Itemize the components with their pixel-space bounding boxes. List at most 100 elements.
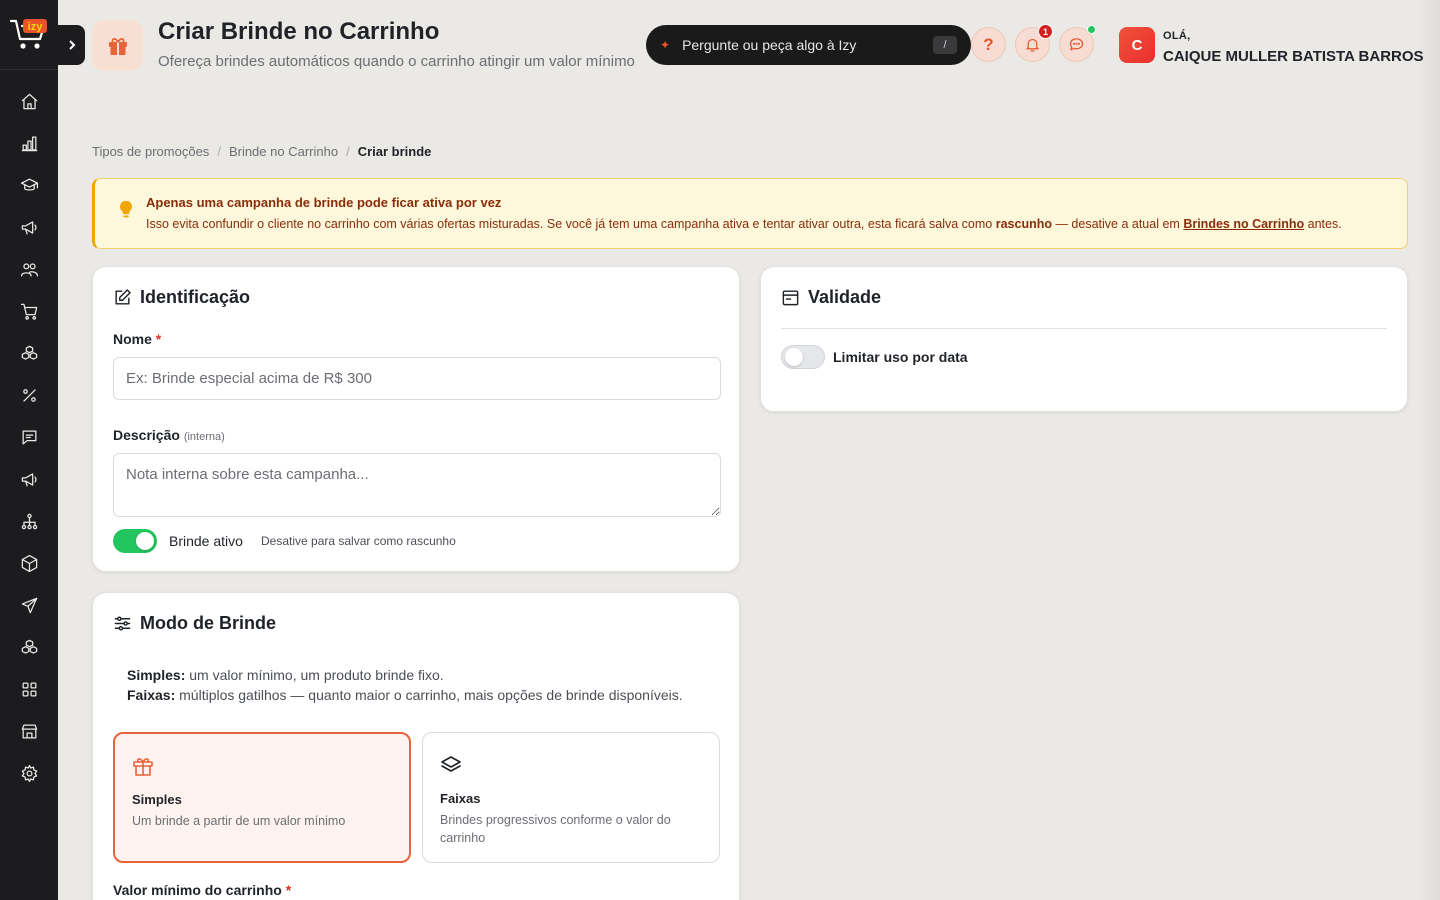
izy-logo[interactable]: izy bbox=[0, 0, 58, 70]
sidebar-expand-button[interactable] bbox=[58, 25, 85, 65]
chat-button[interactable] bbox=[1059, 25, 1096, 62]
limitar-data-toggle[interactable] bbox=[781, 345, 825, 369]
descricao-textarea[interactable] bbox=[113, 453, 721, 517]
modo-description: Simples: um valor mínimo, um produto bri… bbox=[127, 665, 683, 705]
svg-text:izy: izy bbox=[28, 21, 44, 33]
users-icon bbox=[20, 262, 38, 276]
label-text: Valor mínimo do carrinho bbox=[113, 882, 282, 898]
card-title-text: Identificação bbox=[140, 287, 251, 307]
user-name[interactable]: CAIQUE MULLER BATISTA BARROS bbox=[1163, 48, 1424, 65]
option-title: Faixas bbox=[440, 791, 481, 806]
descricao-label: Descrição (interna) bbox=[113, 427, 225, 443]
validade-card: Validade Limitar uso por data bbox=[760, 266, 1408, 412]
boxes-icon bbox=[21, 639, 37, 654]
cart-gifts-link[interactable]: Brindes no Carrinho bbox=[1183, 217, 1304, 231]
sidebar-item-orders[interactable] bbox=[0, 290, 58, 332]
graduation-cap-icon bbox=[20, 178, 38, 190]
card-title-text: Modo de Brinde bbox=[140, 613, 276, 633]
sidebar-item-reports[interactable] bbox=[0, 122, 58, 164]
sidebar-item-marketing[interactable] bbox=[0, 206, 58, 248]
avatar[interactable]: C bbox=[1119, 27, 1155, 63]
grid-icon bbox=[22, 682, 36, 696]
sidebar-item-campaigns[interactable] bbox=[0, 458, 58, 500]
cart-logo-icon: izy bbox=[9, 18, 47, 49]
toggle-knob bbox=[136, 532, 154, 550]
brinde-ativo-label: Brinde ativo bbox=[169, 533, 243, 549]
megaphone-icon bbox=[21, 220, 37, 234]
mode-option-faixas[interactable]: Faixas Brindes progressivos conforme o v… bbox=[422, 732, 720, 863]
sidebar-item-academy[interactable] bbox=[0, 164, 58, 206]
sidebar-item-inventory[interactable] bbox=[0, 542, 58, 584]
boxes-icon bbox=[21, 345, 37, 360]
gift-icon bbox=[133, 758, 153, 776]
sidebar-item-messages[interactable] bbox=[0, 416, 58, 458]
nome-input[interactable] bbox=[113, 357, 721, 400]
online-status-dot bbox=[1087, 25, 1096, 34]
breadcrumb-link-cart-gift[interactable]: Brinde no Carrinho bbox=[229, 144, 338, 159]
help-icon: ? bbox=[983, 34, 994, 54]
lightbulb-icon bbox=[120, 200, 132, 218]
sidebar-item-promotions[interactable] bbox=[0, 374, 58, 416]
alert-body-text: Isso evita confundir o cliente no carrin… bbox=[146, 217, 996, 231]
home-icon bbox=[21, 93, 37, 109]
identificacao-card: Identificação Nome * Descrição (interna)… bbox=[92, 266, 740, 572]
sidebar-item-home[interactable] bbox=[0, 80, 58, 122]
percent-icon bbox=[22, 388, 36, 402]
sidebar-item-apps[interactable] bbox=[0, 668, 58, 710]
ask-izy-placeholder: Pergunte ou peça algo à Izy bbox=[682, 37, 857, 53]
help-button[interactable]: ? bbox=[971, 27, 1006, 62]
valor-minimo-label: Valor mínimo do carrinho * bbox=[113, 882, 291, 898]
modo-brinde-card: Modo de Brinde Simples: um valor mínimo,… bbox=[92, 592, 740, 900]
sidebar-nav bbox=[0, 70, 58, 794]
sidebar-item-send[interactable] bbox=[0, 584, 58, 626]
store-icon bbox=[21, 724, 37, 738]
sidebar-item-affiliates[interactable] bbox=[0, 500, 58, 542]
sidebar-item-products[interactable] bbox=[0, 332, 58, 374]
identificacao-title: Identificação bbox=[113, 287, 250, 308]
calendar-icon bbox=[782, 290, 799, 306]
simples-description: Simples: um valor mínimo, um produto bri… bbox=[127, 665, 683, 685]
term: Faixas: bbox=[127, 687, 176, 703]
breadcrumb-link-promotion-types[interactable]: Tipos de promoções bbox=[92, 144, 209, 159]
limitar-data-label: Limitar uso por data bbox=[833, 349, 968, 365]
network-icon bbox=[21, 513, 37, 529]
brinde-ativo-toggle[interactable] bbox=[113, 529, 157, 553]
sidebar-item-customers[interactable] bbox=[0, 248, 58, 290]
notifications-button[interactable]: 1 bbox=[1015, 24, 1053, 62]
term-desc: um valor mínimo, um produto brinde fixo. bbox=[185, 667, 444, 683]
cart-icon bbox=[20, 303, 37, 320]
sidebar-item-store[interactable] bbox=[0, 710, 58, 752]
send-icon bbox=[21, 597, 37, 613]
edit-icon bbox=[115, 289, 131, 305]
gift-icon bbox=[108, 37, 127, 55]
breadcrumb-separator: / bbox=[346, 144, 350, 159]
divider bbox=[781, 328, 1387, 329]
toggle-knob bbox=[785, 348, 803, 366]
card-title-text: Validade bbox=[808, 287, 882, 307]
sidebar-item-kits[interactable] bbox=[0, 626, 58, 668]
alert-body-text: antes. bbox=[1304, 217, 1342, 231]
modo-brinde-title: Modo de Brinde bbox=[113, 613, 276, 634]
package-icon bbox=[21, 554, 37, 572]
page-title: Criar Brinde no Carrinho bbox=[158, 18, 440, 45]
layers-icon bbox=[441, 756, 461, 772]
label-hint: (interna) bbox=[183, 431, 225, 443]
sliders-icon bbox=[114, 616, 131, 631]
sidebar: izy bbox=[0, 0, 58, 900]
label-text: Nome bbox=[113, 331, 152, 347]
greeting-label: OLÁ, bbox=[1163, 30, 1191, 42]
required-mark: * bbox=[155, 331, 162, 347]
shortcut-key: / bbox=[933, 36, 957, 54]
faixas-description: Faixas: múltiplos gatilhos — quanto maio… bbox=[127, 685, 683, 705]
option-description: Um brinde a partir de um valor mínimo bbox=[132, 814, 346, 828]
scroll-edge-shadow bbox=[1416, 0, 1440, 900]
option-description: Brindes progressivos conforme o valor do… bbox=[440, 813, 671, 845]
chevron-right-icon bbox=[68, 40, 75, 50]
notification-count-badge: 1 bbox=[1038, 24, 1053, 39]
validade-title: Validade bbox=[781, 287, 881, 308]
mode-option-simples[interactable]: Simples Um brinde a partir de um valor m… bbox=[113, 732, 411, 863]
ask-izy-bar[interactable]: ✦ Pergunte ou peça algo à Izy / bbox=[646, 25, 971, 65]
option-title: Simples bbox=[132, 792, 182, 807]
sidebar-item-settings[interactable] bbox=[0, 752, 58, 794]
single-campaign-alert: Apenas uma campanha de brinde pode ficar… bbox=[92, 178, 1408, 249]
